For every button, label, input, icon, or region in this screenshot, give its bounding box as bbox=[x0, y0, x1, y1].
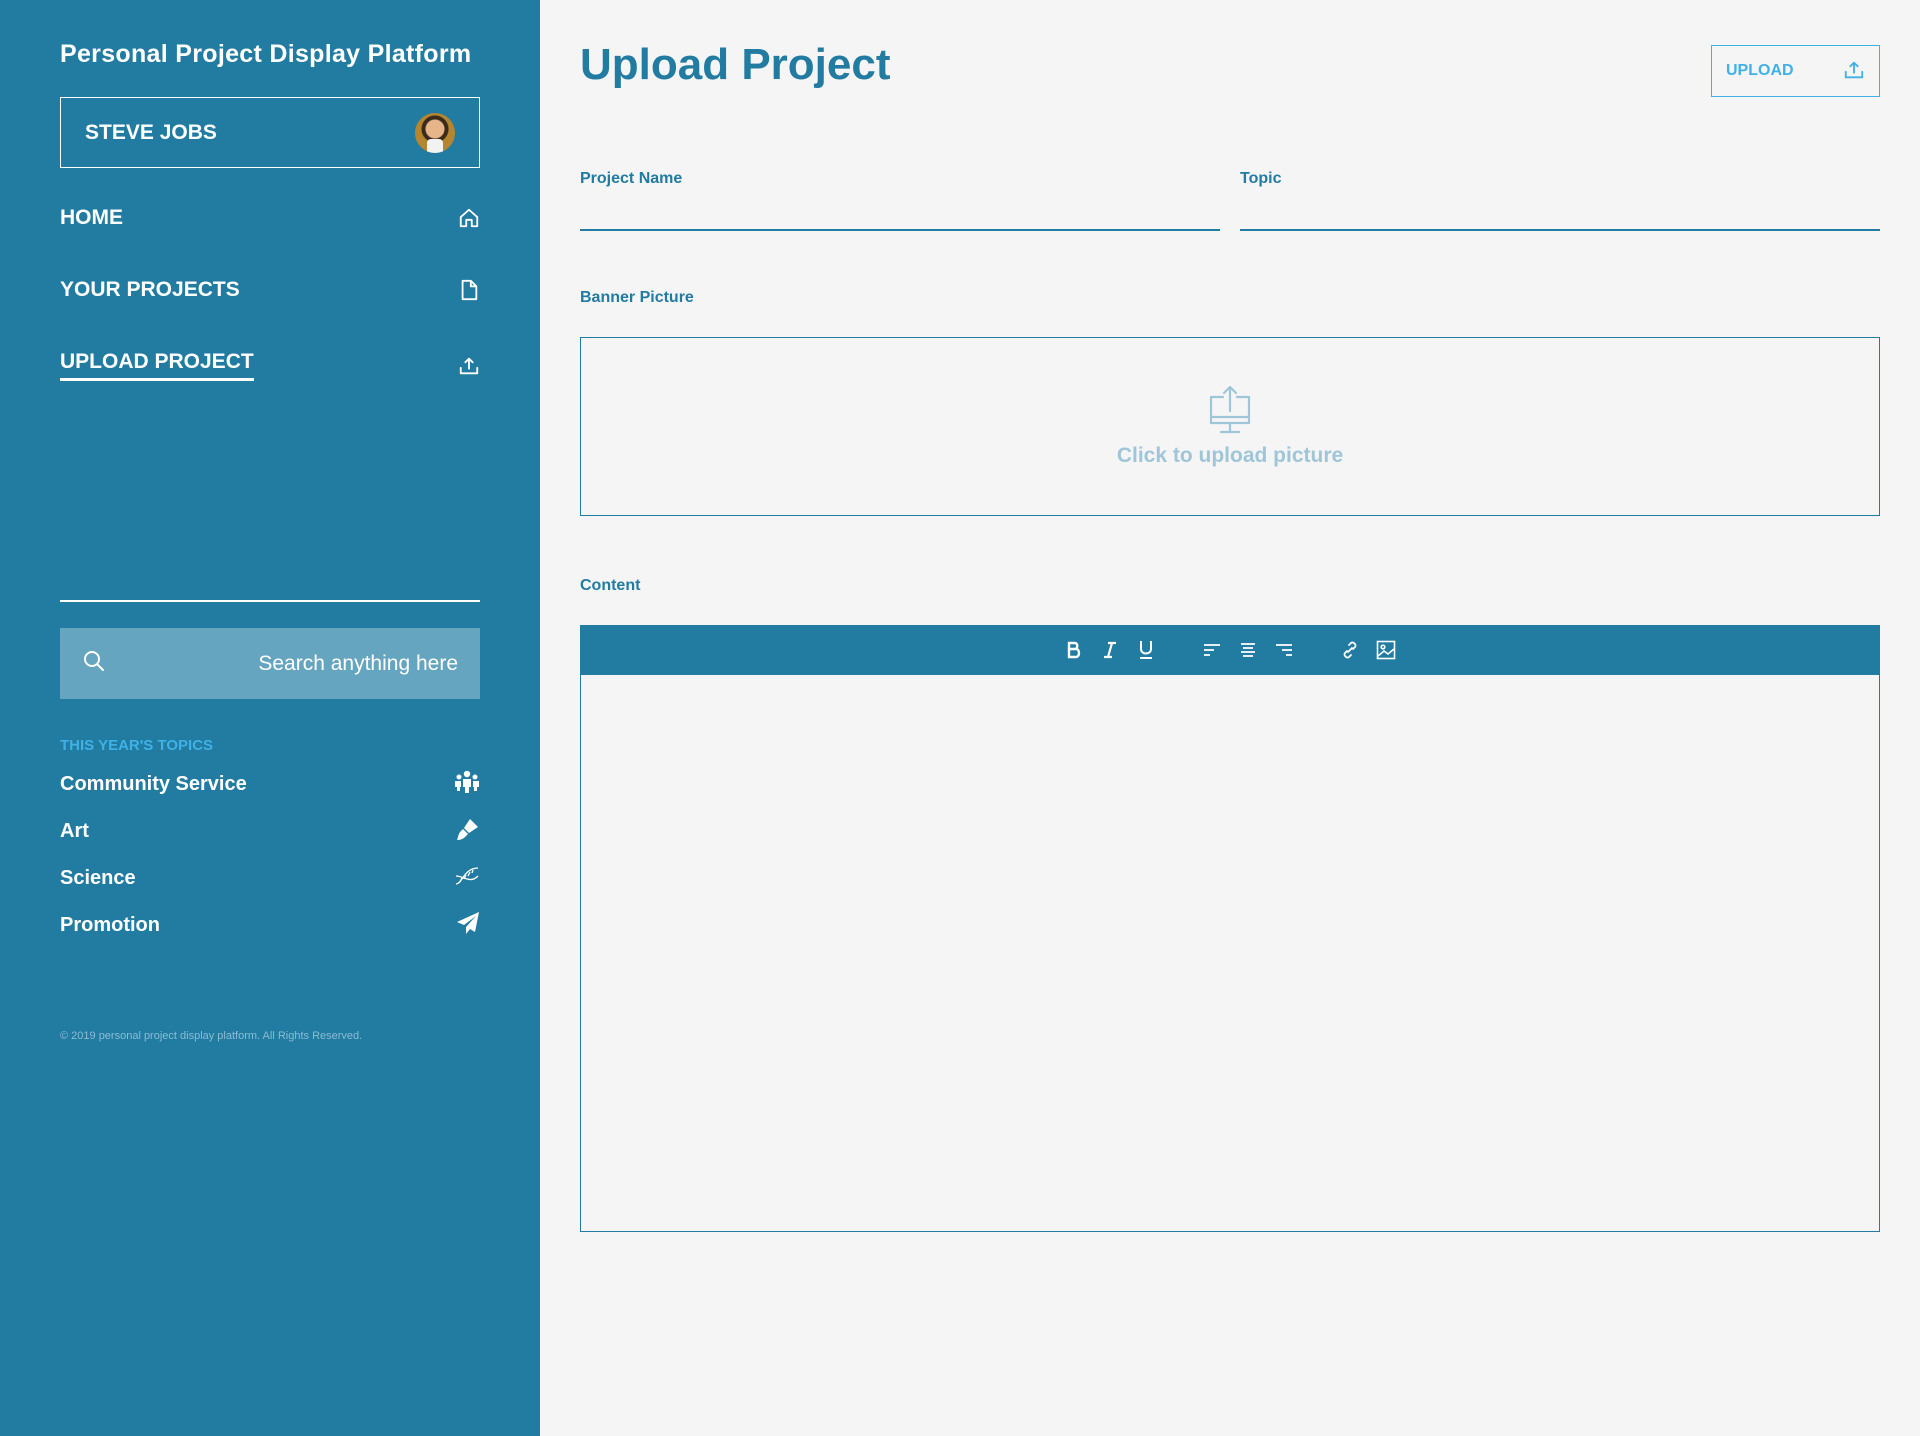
upload-icon bbox=[458, 355, 480, 377]
banner-upload-dropzone[interactable]: Click to upload picture bbox=[580, 337, 1880, 516]
upload-button-label: UPLOAD bbox=[1726, 62, 1794, 79]
link-icon[interactable] bbox=[1336, 636, 1364, 664]
topic-item-promotion[interactable]: Promotion bbox=[60, 911, 480, 940]
italic-icon[interactable] bbox=[1096, 636, 1124, 664]
bold-icon[interactable] bbox=[1060, 636, 1088, 664]
topic-item-science[interactable]: Science bbox=[60, 864, 480, 893]
nav-item-label: UPLOAD PROJECT bbox=[60, 350, 254, 381]
document-icon bbox=[458, 279, 480, 301]
nav-item-label: HOME bbox=[60, 206, 123, 229]
brush-icon bbox=[456, 817, 480, 846]
banner-picture-label: Banner Picture bbox=[580, 289, 694, 306]
user-profile[interactable]: STEVE JOBS bbox=[60, 97, 480, 168]
topic-label: Community Service bbox=[60, 773, 247, 795]
underline-icon[interactable] bbox=[1132, 636, 1160, 664]
topic-item-community-service[interactable]: Community Service bbox=[60, 770, 480, 799]
nav-item-upload-project[interactable]: UPLOAD PROJECT bbox=[60, 350, 480, 381]
page-title: Upload Project bbox=[580, 40, 891, 89]
topic-label: Science bbox=[60, 867, 136, 889]
topics-heading: THIS YEAR'S TOPICS bbox=[60, 737, 214, 754]
sidebar-divider bbox=[60, 600, 480, 602]
people-icon bbox=[454, 770, 480, 799]
topic-label: Promotion bbox=[60, 914, 160, 936]
footer-copyright: © 2019 personal project display platform… bbox=[60, 1030, 363, 1042]
project-name-label: Project Name bbox=[580, 170, 683, 187]
topic-label: Topic bbox=[1240, 170, 1282, 187]
topic-item-art[interactable]: Art bbox=[60, 817, 480, 846]
nav-item-your-projects[interactable]: YOUR PROJECTS bbox=[60, 278, 480, 302]
align-left-icon[interactable] bbox=[1198, 636, 1226, 664]
upload-icon bbox=[1843, 59, 1865, 84]
content-label: Content bbox=[580, 577, 641, 594]
user-name: STEVE JOBS bbox=[85, 120, 217, 144]
app-title: Personal Project Display Platform bbox=[60, 40, 472, 68]
paper-plane-icon bbox=[456, 911, 480, 940]
align-center-icon[interactable] bbox=[1234, 636, 1262, 664]
project-name-input[interactable] bbox=[580, 193, 1220, 231]
editor-toolbar bbox=[580, 625, 1880, 675]
align-right-icon[interactable] bbox=[1270, 636, 1298, 664]
upload-button[interactable]: UPLOAD bbox=[1711, 45, 1880, 97]
avatar[interactable] bbox=[415, 112, 455, 153]
nav-item-home[interactable]: HOME bbox=[60, 206, 480, 230]
image-icon[interactable] bbox=[1372, 636, 1400, 664]
content-editor[interactable] bbox=[580, 675, 1880, 1232]
sidebar: Personal Project Display Platform STEVE … bbox=[0, 0, 540, 1436]
nav-item-label: YOUR PROJECTS bbox=[60, 278, 240, 301]
banner-upload-prompt: Click to upload picture bbox=[1116, 444, 1344, 467]
dna-icon bbox=[454, 864, 480, 893]
home-icon bbox=[458, 207, 480, 229]
topic-label: Art bbox=[60, 820, 89, 842]
search-input[interactable] bbox=[106, 651, 458, 676]
upload-computer-icon bbox=[1207, 385, 1253, 440]
search-icon[interactable] bbox=[82, 649, 106, 678]
topic-input[interactable] bbox=[1240, 193, 1880, 231]
search-box[interactable] bbox=[60, 628, 480, 699]
